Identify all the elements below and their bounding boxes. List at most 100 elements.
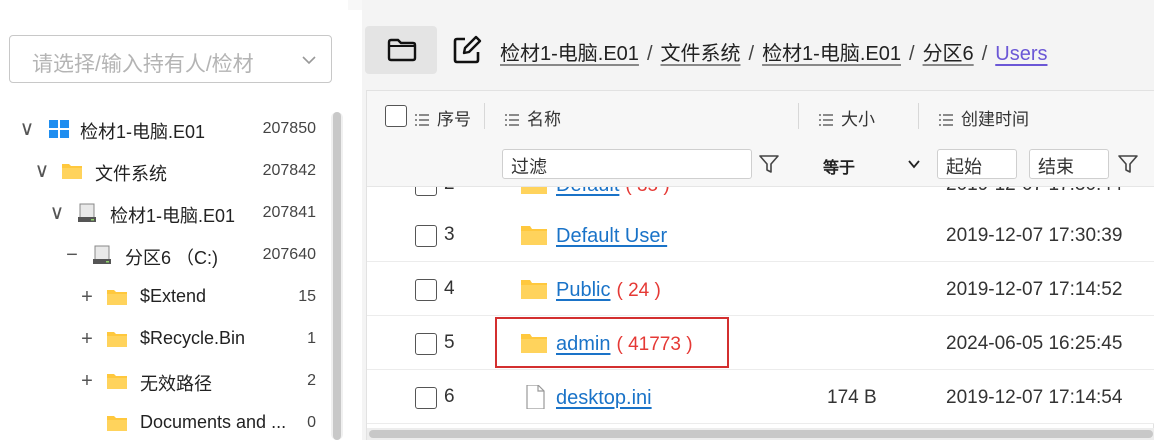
row-name[interactable]: Public: [556, 279, 610, 301]
file-icon: [520, 384, 548, 410]
breadcrumb-item-image[interactable]: 检材1-电脑.E01: [762, 43, 901, 65]
tree-item-label: 检材1-电脑.E01: [80, 122, 206, 142]
open-folder-button[interactable]: [365, 26, 437, 74]
folder-icon: [520, 277, 548, 301]
breadcrumb-separator: /: [646, 43, 653, 65]
left-scrollbar-thumb[interactable]: [333, 112, 341, 440]
folder-icon: [106, 371, 128, 391]
size-operator-select[interactable]: 等于: [815, 149, 925, 179]
name-filter-funnel-icon[interactable]: [758, 153, 780, 175]
disk-icon: [91, 245, 113, 265]
row-created-time: 2019-12-07 17:14:54: [946, 387, 1123, 408]
column-header-size-label: 大小: [841, 110, 875, 129]
disk-icon: [76, 203, 98, 223]
tree-item-count: 207841: [262, 204, 316, 221]
owner-select-placeholder: 请选择/输入持有人/检材: [32, 53, 254, 76]
collapse-icon[interactable]: −: [63, 245, 81, 265]
select-all-checkbox[interactable]: [385, 105, 407, 127]
breadcrumb: 检材1-电脑.E01 / 文件系统 / 检材1-电脑.E01 / 分区6 / Users: [500, 37, 1047, 66]
tree-item[interactable]: Documents and ... 0: [0, 408, 330, 440]
tree-item-count: 0: [307, 414, 316, 431]
folder-icon: [520, 223, 548, 247]
tree-item-label: Documents and ...: [140, 412, 287, 432]
column-header-size[interactable]: 大小: [819, 105, 875, 130]
folder-icon: [106, 287, 128, 307]
tree-item-count: 1: [307, 330, 316, 347]
column-resize-handle[interactable]: [798, 103, 799, 129]
table-row[interactable]: 3 Default User 2019-12-07 17:30:39: [367, 208, 1154, 262]
tree-item-count: 207850: [262, 120, 316, 137]
row-checkbox[interactable]: [415, 225, 437, 247]
breadcrumb-item-evidence[interactable]: 检材1-电脑.E01: [500, 43, 639, 65]
tree-item[interactable]: − 分区6 （C:) 207640: [0, 240, 330, 276]
breadcrumb-separator: /: [909, 43, 915, 65]
column-menu-icon: [819, 114, 833, 126]
windows-icon: [48, 119, 70, 139]
chevron-down-icon[interactable]: ∨: [33, 161, 51, 181]
row-created-time: 2019-12-07 17:14:52: [946, 279, 1123, 300]
highlight-box: [495, 317, 729, 368]
chevron-down-icon: [908, 160, 920, 169]
breadcrumb-separator: /: [981, 43, 988, 65]
tree-item-label: 文件系统: [95, 164, 167, 184]
column-resize-handle[interactable]: [918, 103, 919, 129]
row-item-count[interactable]: ( 24 ): [616, 280, 660, 302]
chevron-down-icon: [302, 56, 316, 65]
horizontal-scrollbar-thumb[interactable]: [369, 430, 1153, 438]
tree-item[interactable]: ∨ 检材1-电脑.E01 207850: [0, 114, 330, 150]
file-table: 2Default( 35 )2019-12-07 17:30:443Defaul…: [366, 90, 1154, 440]
folder-outline-icon: [387, 38, 417, 62]
created-end-input[interactable]: 结束: [1029, 149, 1109, 179]
row-checkbox[interactable]: [415, 387, 437, 409]
row-name-link[interactable]: desktop.ini: [556, 387, 652, 410]
folder-icon: [106, 413, 128, 433]
left-scrollbar[interactable]: [331, 112, 343, 440]
row-name[interactable]: desktop.ini: [556, 387, 652, 409]
tree-item-count: 15: [298, 288, 316, 305]
column-menu-icon: [505, 114, 519, 126]
tree-item[interactable]: + 无效路径 2: [0, 366, 330, 402]
tree-item[interactable]: ∨ 检材1-电脑.E01 207841: [0, 198, 330, 234]
name-filter-input[interactable]: 过滤: [502, 149, 752, 179]
row-created-time: 2024-06-05 16:25:45: [946, 333, 1123, 354]
chevron-down-icon[interactable]: ∨: [18, 119, 36, 139]
column-header-name-label: 名称: [527, 110, 561, 129]
table-row[interactable]: 4 Public ( 24 ) 2019-12-07 17:14:52: [367, 262, 1154, 316]
column-menu-icon: [939, 114, 953, 126]
row-name[interactable]: Default User: [556, 225, 667, 247]
column-resize-handle[interactable]: [484, 103, 485, 129]
column-header-name[interactable]: 名称: [505, 105, 561, 130]
row-index: 6: [444, 386, 455, 407]
breadcrumb-item-current[interactable]: Users: [995, 43, 1047, 65]
column-header-index[interactable]: 序号: [415, 105, 471, 130]
row-index: 3: [444, 224, 455, 245]
tree-item-count: 2: [307, 372, 316, 389]
row-name-link[interactable]: Public ( 24 ): [556, 279, 661, 302]
folder-icon: [106, 329, 128, 349]
created-filter-funnel-icon[interactable]: [1117, 153, 1139, 175]
row-index: 4: [444, 278, 455, 299]
row-checkbox[interactable]: [415, 279, 437, 301]
breadcrumb-item-filesystem[interactable]: 文件系统: [661, 43, 741, 65]
horizontal-scrollbar[interactable]: [367, 428, 1154, 440]
tree-item[interactable]: ∨ 文件系统 207842: [0, 156, 330, 192]
breadcrumb-item-partition[interactable]: 分区6: [923, 43, 974, 65]
edit-path-icon[interactable]: [452, 35, 482, 65]
right-panel: 检材1-电脑.E01/文件系统/检材1-电脑.E01/分区6/Users 2De…: [362, 0, 1154, 440]
owner-select[interactable]: 请选择/输入持有人/检材: [9, 35, 332, 83]
created-start-input[interactable]: 起始: [937, 149, 1017, 179]
tree-item-count: 207842: [262, 162, 316, 179]
expand-icon[interactable]: +: [78, 371, 96, 391]
row-name-link[interactable]: Default User: [556, 225, 667, 248]
tree-item[interactable]: + $Extend 15: [0, 282, 330, 318]
tree-item[interactable]: + $Recycle.Bin 1: [0, 324, 330, 360]
table-row[interactable]: 6 desktop.ini 174 B 2019-12-07 17:14:54: [367, 370, 1154, 424]
chevron-down-icon[interactable]: ∨: [48, 203, 66, 223]
column-header-created[interactable]: 创建时间: [939, 105, 1029, 130]
expand-icon[interactable]: +: [78, 287, 96, 307]
tree-item-label: 分区6 （C:): [125, 248, 219, 268]
row-checkbox[interactable]: [415, 333, 437, 355]
size-operator-value: 等于: [823, 160, 856, 177]
expand-icon[interactable]: +: [78, 329, 96, 349]
table-row[interactable]: 5 admin( 41773 ) 2024-06-05 16:25:45: [367, 316, 1154, 370]
